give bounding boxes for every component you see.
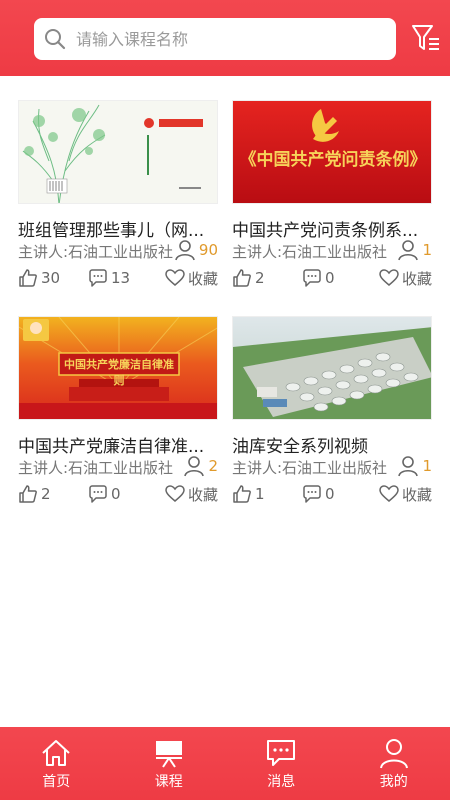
course-thumbnail[interactable]: 中国共产党廉洁自律准则 (18, 316, 218, 420)
course-card[interactable]: 油库安全系列视频 主讲人:石油工业出版社 1 1 0 收藏 (232, 316, 432, 506)
view-count-value: 1 (422, 457, 432, 475)
course-title[interactable]: 中国共产党廉洁自律准... (18, 432, 218, 457)
like-count: 1 (255, 485, 265, 503)
search-input[interactable] (76, 18, 376, 60)
course-stats: 2 0 收藏 (232, 266, 432, 290)
view-count-value: 1 (422, 241, 432, 259)
course-title[interactable]: 中国共产党问责条例系... (232, 216, 432, 241)
like-count: 30 (41, 269, 61, 287)
course-lecturer: 主讲人:石油工业出版社 (232, 243, 388, 261)
comment-button[interactable]: 0 (302, 266, 335, 290)
heart-icon (379, 269, 399, 286)
like-button[interactable]: 2 (232, 266, 265, 290)
course-card[interactable]: 中国共产党廉洁自律准则 中国共产党廉洁自律准... 主讲人:石油工业出版社 2 … (18, 316, 218, 506)
user-icon (398, 456, 419, 477)
header (0, 0, 450, 76)
favorite-button[interactable]: 收藏 (379, 482, 432, 506)
course-thumbnail[interactable] (232, 316, 432, 420)
tab-home-label: 首页 (42, 774, 71, 790)
course-icon (155, 741, 182, 768)
comment-button[interactable]: 0 (302, 482, 335, 506)
favorite-label: 收藏 (401, 269, 432, 288)
view-count-value: 90 (198, 241, 218, 259)
like-button[interactable]: 30 (18, 266, 60, 290)
user-icon (184, 456, 205, 477)
comment-icon (303, 485, 321, 503)
view-count: 1 (397, 455, 432, 477)
comment-count: 0 (111, 485, 121, 503)
search-box[interactable] (34, 18, 396, 60)
course-lecturer: 主讲人:石油工业出版社 (18, 243, 174, 261)
comment-icon (303, 269, 321, 287)
course-stats: 2 0 收藏 (18, 482, 218, 506)
favorite-button[interactable]: 收藏 (165, 266, 218, 290)
like-button[interactable]: 1 (232, 482, 265, 506)
course-thumbnail[interactable] (18, 100, 218, 204)
home-icon (42, 740, 70, 766)
search-icon (45, 29, 66, 50)
like-button[interactable]: 2 (18, 482, 51, 506)
tab-messages-label: 消息 (267, 774, 296, 790)
comment-icon (89, 269, 107, 287)
thumbs-up-icon (19, 485, 37, 503)
view-count-value: 2 (208, 457, 218, 475)
comment-count: 0 (325, 269, 335, 287)
thumbnail-caption: 《中国共产党问责条例》 (239, 150, 427, 170)
thumbs-up-icon (19, 269, 37, 287)
tab-home[interactable]: 首页 (0, 727, 113, 800)
course-card[interactable]: 班组管理那些事儿（网... 主讲人:石油工业出版社 90 30 13 收藏 (18, 100, 218, 290)
thumbs-up-icon (233, 269, 251, 287)
like-count: 2 (41, 485, 51, 503)
book-cover-icon (19, 101, 217, 203)
course-title[interactable]: 班组管理那些事儿（网... (18, 216, 218, 241)
course-stats: 1 0 收藏 (232, 482, 432, 506)
course-card[interactable]: 《中国共产党问责条例》 中国共产党问责条例系... 主讲人:石油工业出版社 1 … (232, 100, 432, 290)
favorite-button[interactable]: 收藏 (165, 482, 218, 506)
heart-icon (165, 269, 185, 286)
view-count: 90 (174, 239, 218, 261)
comment-icon (89, 485, 107, 503)
comment-count: 0 (325, 485, 335, 503)
tab-courses[interactable]: 课程 (113, 727, 226, 800)
favorite-label: 收藏 (401, 485, 432, 504)
course-lecturer: 主讲人:石油工业出版社 (18, 459, 174, 477)
thumbs-up-icon (233, 485, 251, 503)
comment-button[interactable]: 0 (88, 482, 121, 506)
view-count: 2 (183, 455, 218, 477)
thumbnail-caption: 中国共产党廉洁自律准则 (64, 358, 174, 387)
course-stats: 30 13 收藏 (18, 266, 218, 290)
tab-profile-label: 我的 (379, 774, 408, 790)
bottom-tab-bar: 首页 课程 消息 我的 (0, 727, 450, 800)
course-title[interactable]: 油库安全系列视频 (232, 432, 432, 457)
tab-profile[interactable]: 我的 (338, 727, 450, 800)
comment-button[interactable]: 13 (88, 266, 130, 290)
oil-depot-aerial-icon (233, 317, 431, 419)
user-icon (398, 240, 419, 261)
user-icon (175, 240, 195, 261)
heart-icon (379, 485, 399, 502)
tab-messages[interactable]: 消息 (225, 727, 338, 800)
course-thumbnail[interactable]: 《中国共产党问责条例》 (232, 100, 432, 204)
favorite-button[interactable]: 收藏 (379, 266, 432, 290)
favorite-label: 收藏 (187, 269, 218, 288)
filter-icon[interactable] (410, 22, 442, 54)
like-count: 2 (255, 269, 265, 287)
favorite-label: 收藏 (187, 485, 218, 504)
course-lecturer: 主讲人:石油工业出版社 (232, 459, 388, 477)
heart-icon (165, 485, 185, 502)
message-icon (267, 740, 296, 766)
user-icon (379, 739, 408, 769)
tab-courses-label: 课程 (154, 774, 183, 790)
comment-count: 13 (111, 269, 131, 287)
view-count: 1 (397, 239, 432, 261)
